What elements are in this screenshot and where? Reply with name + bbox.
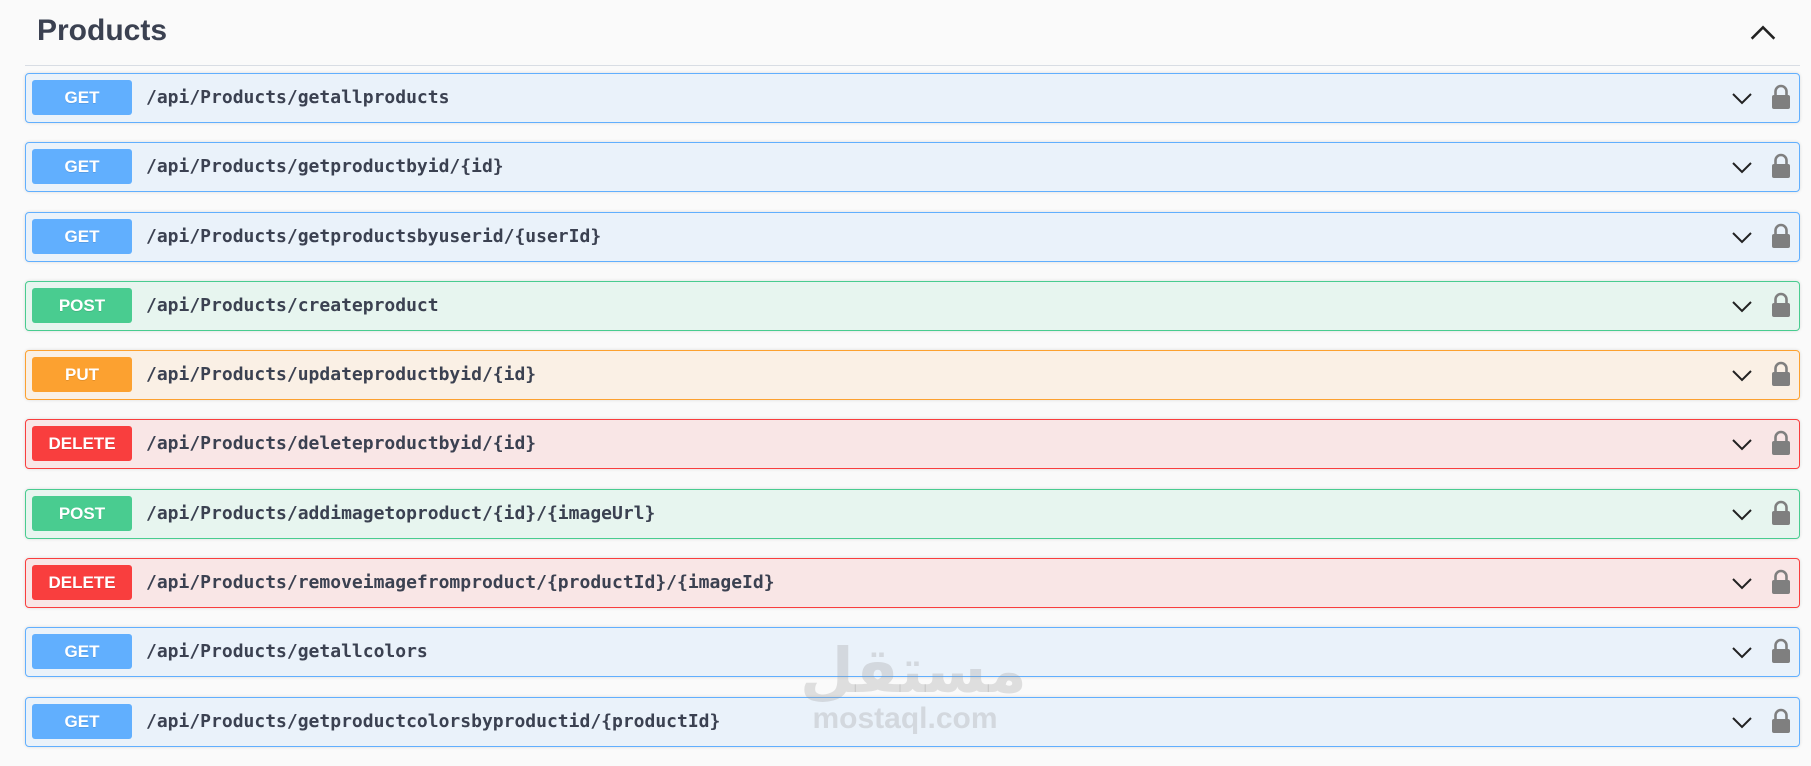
chevron-down-icon[interactable] — [1730, 502, 1754, 526]
operation-row[interactable]: POST /api/Products/createproduct — [25, 280, 1800, 331]
operation-row[interactable]: PUT /api/Products/updateproductbyid/{id} — [25, 350, 1800, 401]
operation-path: /api/Products/getallproducts — [146, 87, 450, 108]
operation-path: /api/Products/getproductbyid/{id} — [146, 156, 504, 178]
method-badge: GET — [32, 80, 132, 115]
method-badge: DELETE — [32, 426, 132, 462]
chevron-down-icon[interactable] — [1730, 363, 1754, 387]
lock-icon[interactable] — [1770, 292, 1792, 318]
chevron-down-icon[interactable] — [1730, 86, 1754, 110]
operation-path: /api/Products/getproductsbyuserid/{userI… — [146, 225, 602, 247]
operation-path: /api/Products/getallcolors — [146, 641, 428, 663]
chevron-down-icon[interactable] — [1730, 571, 1754, 595]
operation-row[interactable]: GET /api/Products/getallcolors — [25, 627, 1800, 678]
chevron-down-icon[interactable] — [1730, 294, 1754, 318]
operation-path: /api/Products/addimagetoproduct/{id}/{im… — [146, 502, 656, 524]
operation-row[interactable]: GET /api/Products/getproductsbyuserid/{u… — [25, 211, 1800, 262]
operation-row[interactable]: GET /api/Products/getproductcolorsbyprod… — [25, 696, 1800, 747]
operation-row[interactable]: GET /api/Products/getallproducts — [25, 73, 1800, 123]
lock-icon[interactable] — [1770, 500, 1792, 526]
method-badge: GET — [32, 149, 132, 185]
chevron-down-icon[interactable] — [1730, 432, 1754, 456]
chevron-up-icon[interactable] — [1746, 16, 1780, 50]
method-badge: POST — [32, 287, 132, 323]
operation-row[interactable]: POST /api/Products/addimagetoproduct/{id… — [25, 488, 1800, 539]
method-badge: GET — [32, 634, 132, 670]
lock-icon[interactable] — [1770, 638, 1792, 664]
operation-path: /api/Products/getproductcolorsbyproducti… — [146, 710, 721, 732]
method-badge: PUT — [32, 357, 132, 393]
operation-path: /api/Products/removeimagefromproduct/{pr… — [146, 572, 775, 594]
method-badge: POST — [32, 495, 132, 531]
lock-icon[interactable] — [1770, 84, 1792, 110]
chevron-down-icon[interactable] — [1730, 640, 1754, 664]
chevron-down-icon[interactable] — [1730, 225, 1754, 249]
lock-icon[interactable] — [1770, 708, 1792, 734]
operation-row[interactable]: DELETE /api/Products/deleteproductbyid/{… — [25, 419, 1800, 470]
operation-path: /api/Products/createproduct — [146, 294, 439, 316]
operations-list: GET /api/Products/getallproducts GET /ap… — [25, 73, 1800, 766]
section-header[interactable]: Products — [25, 0, 1800, 66]
lock-icon[interactable] — [1770, 223, 1792, 249]
operation-path: /api/Products/deleteproductbyid/{id} — [146, 433, 537, 455]
lock-icon[interactable] — [1770, 153, 1792, 179]
section-title: Products — [37, 14, 168, 47]
method-badge: DELETE — [32, 565, 132, 601]
chevron-down-icon[interactable] — [1730, 155, 1754, 179]
operation-path: /api/Products/updateproductbyid/{id} — [146, 364, 537, 386]
lock-icon[interactable] — [1770, 430, 1792, 456]
chevron-down-icon[interactable] — [1730, 710, 1754, 734]
lock-icon[interactable] — [1770, 361, 1792, 387]
operation-row[interactable]: DELETE /api/Products/removeimagefromprod… — [25, 558, 1800, 609]
method-badge: GET — [32, 703, 132, 739]
lock-icon[interactable] — [1770, 569, 1792, 595]
operation-row[interactable]: GET /api/Products/getproductbyid/{id} — [25, 142, 1800, 193]
method-badge: GET — [32, 218, 132, 254]
